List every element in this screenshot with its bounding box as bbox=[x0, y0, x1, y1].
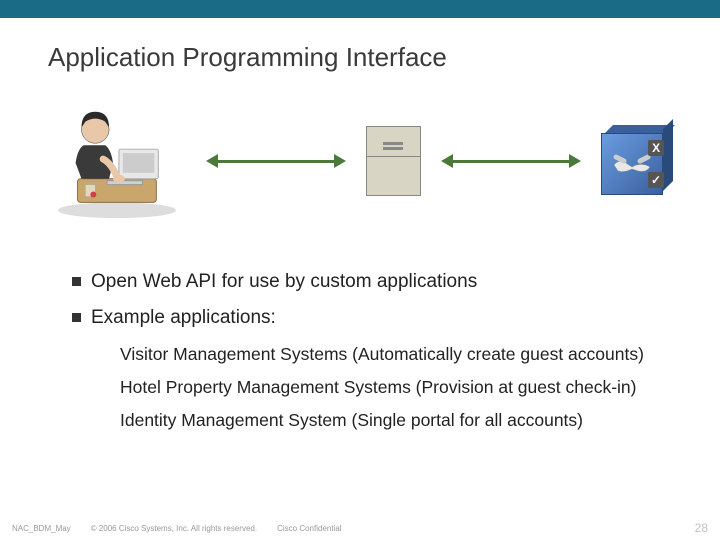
header-stripe bbox=[0, 0, 720, 18]
bullet-text: Open Web API for use by custom applicati… bbox=[91, 271, 477, 293]
sub-list: Visitor Management Systems (Automaticall… bbox=[72, 343, 672, 431]
bullet-square-icon bbox=[72, 313, 81, 322]
bidirectional-arrow-icon bbox=[216, 160, 336, 163]
user-at-computer-icon bbox=[48, 101, 186, 221]
api-diagram: X ✓ bbox=[48, 101, 672, 221]
bullet-square-icon bbox=[72, 277, 81, 286]
footer-confidential: Cisco Confidential bbox=[277, 524, 341, 533]
list-item: Example applications: bbox=[72, 307, 672, 329]
bullet-text: Example applications: bbox=[91, 307, 276, 329]
sub-item: Hotel Property Management Systems (Provi… bbox=[120, 376, 672, 399]
sub-item: Visitor Management Systems (Automaticall… bbox=[120, 343, 672, 366]
footer-copyright: © 2006 Cisco Systems, Inc. All rights re… bbox=[91, 524, 257, 533]
slide-title: Application Programming Interface bbox=[48, 42, 672, 73]
footer-doc-id: NAC_BDM_May bbox=[12, 524, 71, 533]
server-icon bbox=[366, 126, 421, 196]
slide-footer: NAC_BDM_May © 2006 Cisco Systems, Inc. A… bbox=[0, 516, 720, 540]
page-number: 28 bbox=[695, 521, 708, 535]
x-badge-icon: X bbox=[648, 140, 664, 156]
sub-item: Identity Management System (Single porta… bbox=[120, 409, 672, 432]
slide-content: Application Programming Interface bbox=[0, 18, 720, 431]
bidirectional-arrow-icon bbox=[451, 160, 571, 163]
check-badge-icon: ✓ bbox=[648, 172, 664, 188]
list-item: Open Web API for use by custom applicati… bbox=[72, 271, 672, 293]
handshake-cube-icon: X ✓ bbox=[601, 125, 672, 197]
bullet-list: Open Web API for use by custom applicati… bbox=[48, 271, 672, 431]
